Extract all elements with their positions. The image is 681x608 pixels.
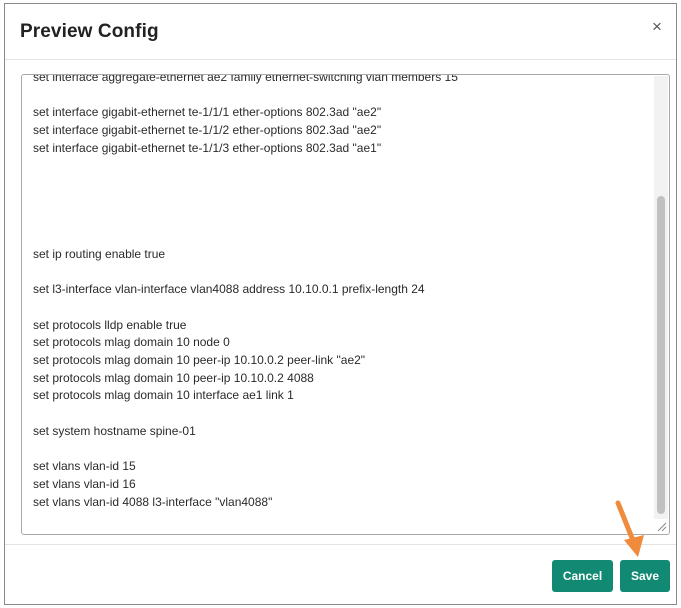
config-line: set protocols mlag domain 10 peer-ip 10.… <box>33 370 314 385</box>
preview-config-dialog: Preview Config × set interface aggregate… <box>4 3 677 605</box>
dialog-title: Preview Config <box>20 21 159 42</box>
config-blank-line <box>33 228 643 246</box>
close-icon[interactable]: × <box>648 18 666 36</box>
config-textarea[interactable]: set interface aggregate-ethernet ae2 fam… <box>21 74 670 535</box>
cancel-button[interactable]: Cancel <box>552 560 613 592</box>
config-line: set vlans vlan-id 16 <box>33 476 136 491</box>
config-line: set protocols mlag domain 10 peer-ip 10.… <box>33 353 366 367</box>
config-line: set l3-interface vlan-interface vlan4088… <box>33 282 425 297</box>
config-blank-line <box>33 405 643 423</box>
config-text: set interface aggregate-ethernet ae2 fam… <box>33 74 643 511</box>
config-blank-line <box>33 193 643 211</box>
resize-handle-icon[interactable] <box>655 520 667 532</box>
config-blank-line <box>33 264 643 282</box>
config-line: set vlans vlan-id 15 <box>33 459 136 474</box>
dialog-header: Preview Config × <box>5 4 676 60</box>
dialog-footer: Cancel Save <box>5 544 676 604</box>
config-line: set interface gigabit-ethernet te-1/1/1 … <box>33 105 382 120</box>
save-button[interactable]: Save <box>620 560 670 592</box>
config-line: set protocols lldp enable true <box>33 317 187 332</box>
config-line: set protocols mlag domain 10 node 0 <box>33 335 230 350</box>
config-blank-line <box>33 299 643 317</box>
config-blank-line <box>33 440 643 458</box>
scrollbar-thumb[interactable] <box>657 196 665 514</box>
config-blank-line <box>33 87 643 105</box>
config-line: set interface gigabit-ethernet te-1/1/3 … <box>33 140 382 155</box>
config-line: set interface aggregate-ethernet ae2 fam… <box>33 74 458 84</box>
config-line: set system hostname spine-01 <box>33 423 196 438</box>
config-line: set ip routing enable true <box>33 246 166 261</box>
config-line: set protocols mlag domain 10 interface a… <box>33 388 294 403</box>
scrollbar[interactable] <box>654 76 668 519</box>
config-blank-line <box>33 211 643 229</box>
config-blank-line <box>33 157 643 175</box>
config-blank-line <box>33 175 643 193</box>
config-line: set vlans vlan-id 4088 l3-interface "vla… <box>33 494 273 509</box>
config-line: set interface gigabit-ethernet te-1/1/2 … <box>33 123 382 138</box>
